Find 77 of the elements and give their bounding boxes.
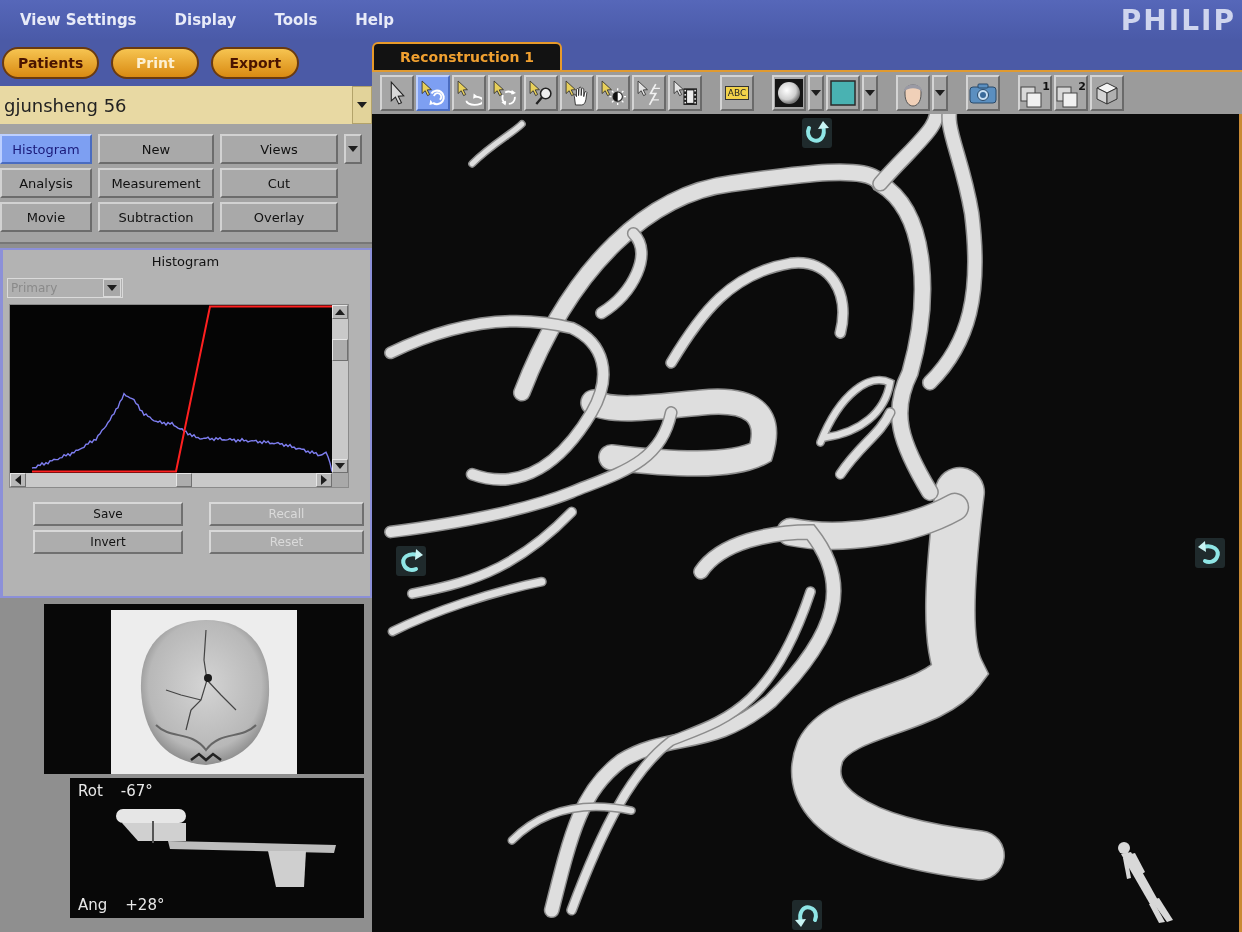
dropdown-button[interactable] (808, 75, 824, 111)
tool-button[interactable] (560, 75, 594, 111)
pointer-lightning-icon (636, 80, 662, 106)
stacked-windows-icon (1020, 86, 1043, 108)
menu-item[interactable]: Help (353, 9, 396, 31)
dropdown-button[interactable] (352, 86, 372, 124)
caret-icon (865, 90, 875, 96)
pointer-brightness-icon (600, 80, 626, 106)
function-tab[interactable]: Analysis (0, 168, 92, 198)
sphere-icon (775, 79, 803, 107)
scrollbar-thumb[interactable] (176, 473, 192, 487)
pointer-magnifier-icon (528, 80, 554, 106)
scroll-left-button[interactable] (10, 473, 26, 487)
tool-button[interactable] (524, 75, 558, 111)
annotation-button[interactable]: ABC (720, 75, 754, 111)
render-mode-button[interactable] (772, 75, 806, 111)
camera-icon (969, 82, 997, 104)
cube-button[interactable] (1090, 75, 1124, 111)
function-tab[interactable]: New (98, 134, 214, 164)
right-arrow-icon (321, 475, 327, 485)
function-tab[interactable]: Overlay (220, 202, 338, 232)
scrollbar-thumb[interactable] (332, 339, 348, 361)
view-tab[interactable]: Reconstruction 1 (372, 42, 563, 70)
dropdown-button[interactable] (344, 134, 362, 164)
scroll-right-button[interactable] (316, 473, 332, 487)
camera-button[interactable] (966, 75, 1000, 111)
text-label: ABC (724, 86, 750, 100)
brand-logo: PHILIP (1120, 3, 1237, 37)
up-arrow-icon (335, 309, 345, 315)
color-button[interactable] (826, 75, 860, 111)
rotation-label: Rot (78, 782, 103, 800)
menu-item[interactable]: View Settings (18, 9, 139, 31)
caret-icon (357, 102, 367, 108)
head-button[interactable] (896, 75, 930, 111)
tool-button[interactable] (380, 75, 414, 111)
pointer-film-icon (672, 80, 698, 106)
cube-icon (1095, 81, 1119, 105)
angulation-label: Ang (78, 896, 108, 914)
tool-button[interactable] (668, 75, 702, 111)
pointer-hand-icon (564, 80, 590, 106)
caret-icon (935, 90, 945, 96)
pointer-loop-icon (456, 80, 482, 106)
vertical-scrollbar[interactable] (332, 305, 348, 473)
angulation-value: +28° (125, 896, 165, 914)
horizontal-scrollbar[interactable] (10, 473, 332, 487)
layout-button[interactable]: 1 (1018, 75, 1052, 111)
menu-item[interactable]: Display (172, 9, 239, 31)
stacked-windows-icon (1056, 86, 1079, 108)
function-tab[interactable]: Cut (220, 168, 338, 198)
caret-icon (107, 285, 117, 291)
function-tab[interactable]: Histogram (0, 134, 92, 164)
left-arrow-icon (15, 475, 21, 485)
down-arrow-icon (335, 463, 345, 469)
caret-icon (348, 146, 358, 152)
action-button[interactable]: Export (211, 47, 300, 79)
color-swatch-icon (830, 80, 856, 106)
action-button[interactable]: Patients (2, 47, 100, 79)
scroll-up-button[interactable] (332, 305, 348, 319)
function-tab[interactable]: Views (220, 134, 338, 164)
layout-button[interactable]: 2 (1054, 75, 1088, 111)
patient-field[interactable]: gjunsheng 56 (0, 86, 352, 124)
rotation-value: -67° (120, 782, 153, 800)
panel-button[interactable]: Save (33, 502, 183, 526)
dropdown-button[interactable] (932, 75, 948, 111)
function-tab[interactable]: Movie (0, 202, 92, 232)
histogram-plot[interactable] (9, 304, 349, 488)
panel-button[interactable]: Invert (33, 530, 183, 554)
function-tab[interactable]: Measurement (98, 168, 214, 198)
caret-icon (811, 90, 821, 96)
pointer-rotate-icon (420, 80, 446, 106)
dropdown-button[interactable] (862, 75, 878, 111)
scroll-down-button[interactable] (332, 459, 348, 473)
menu-item[interactable]: Tools (272, 9, 320, 31)
tool-button[interactable] (596, 75, 630, 111)
function-tab[interactable]: Subtraction (98, 202, 214, 232)
panel-title: Histogram (151, 253, 220, 271)
pointer-cycle-icon (492, 80, 518, 106)
